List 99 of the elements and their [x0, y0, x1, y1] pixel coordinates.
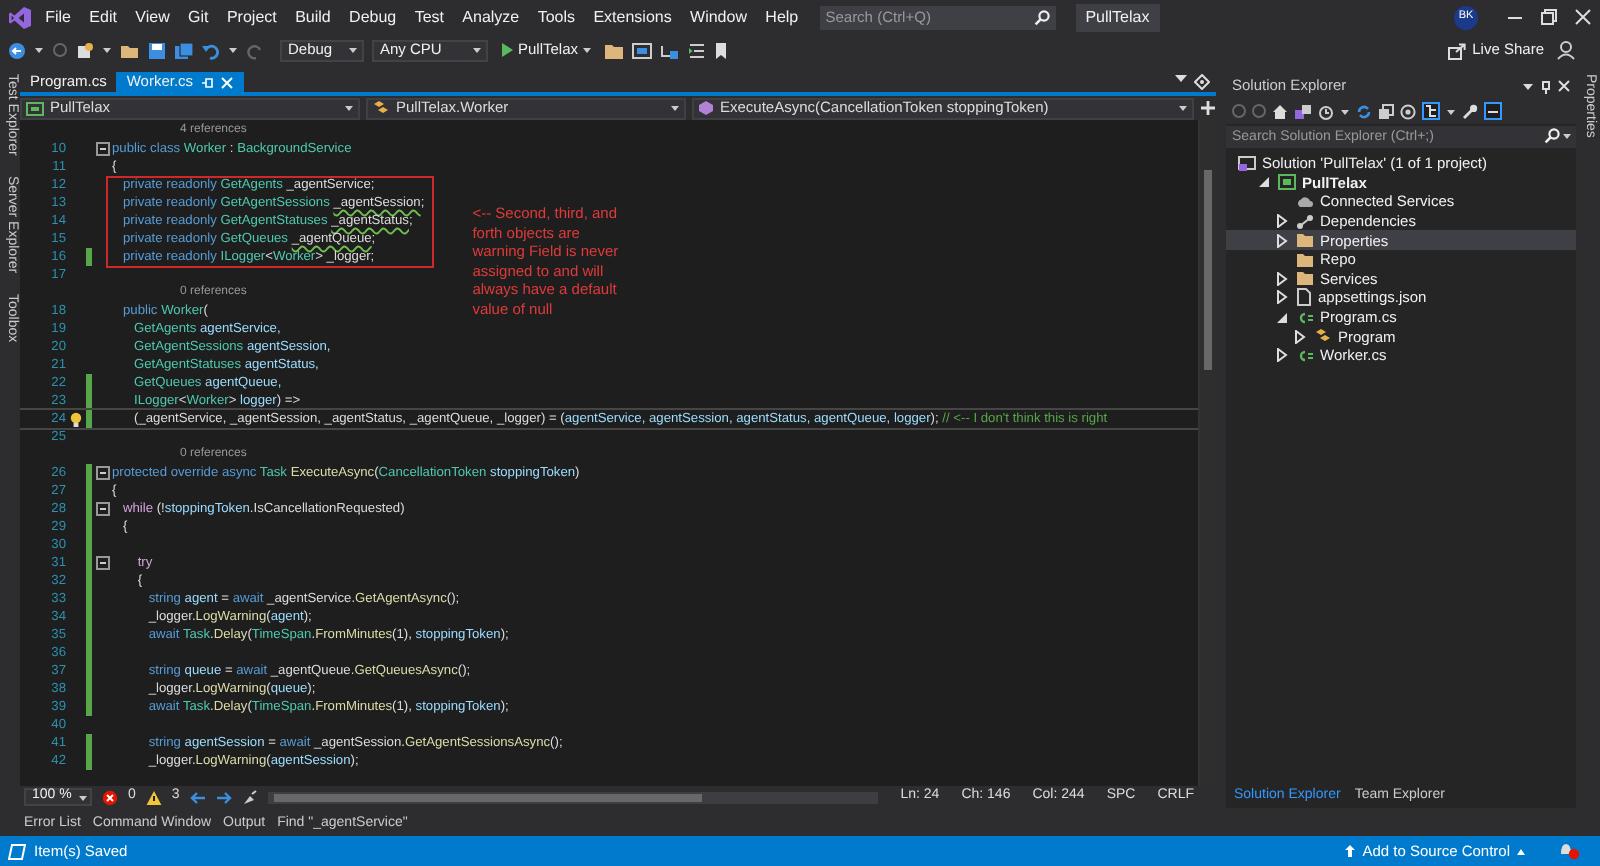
close-icon[interactable]: [1574, 8, 1592, 26]
collapsed-arrow-icon[interactable]: [1276, 233, 1288, 248]
forward-icon[interactable]: [1252, 104, 1266, 118]
show-all-files-icon[interactable]: [1400, 103, 1416, 119]
feedback-icon[interactable]: [1556, 40, 1576, 60]
caret-icon: [1446, 107, 1456, 115]
collapsed-arrow-icon[interactable]: [1276, 271, 1288, 286]
tab-list-icon[interactable]: [1174, 72, 1188, 84]
menu-item[interactable]: Debug: [339, 6, 406, 28]
menu-item[interactable]: File: [36, 6, 81, 28]
solution-icon: [1238, 155, 1256, 172]
collapsed-arrow-icon[interactable]: [1276, 290, 1288, 305]
menu-item[interactable]: Edit: [80, 6, 127, 28]
dependencies-icon: [1296, 213, 1314, 230]
brush-icon[interactable]: [241, 789, 258, 805]
error-icon[interactable]: [102, 789, 118, 805]
split-icon[interactable]: [1200, 100, 1216, 116]
expanded-arrow-icon[interactable]: [1258, 176, 1270, 189]
save-all-icon[interactable]: [174, 41, 194, 59]
notification-icon[interactable]: [1558, 842, 1580, 860]
collapsed-arrow-icon[interactable]: [1276, 214, 1288, 229]
open-folder-icon[interactable]: [120, 41, 140, 59]
menu-item[interactable]: Help: [756, 6, 808, 28]
caret-icon: [1340, 107, 1350, 115]
caret-icon: [1178, 104, 1188, 112]
menu-item[interactable]: Tools: [528, 6, 585, 28]
project-icon: [26, 101, 44, 115]
caret-icon: [34, 46, 44, 54]
menu-item[interactable]: Build: [285, 6, 340, 28]
class-icon: [372, 100, 390, 116]
scrollbar-thumb[interactable]: [1204, 170, 1212, 370]
caret-icon: [102, 46, 112, 54]
switch-views-icon[interactable]: [1294, 103, 1312, 119]
caret-icon: [472, 46, 482, 54]
logo-icon[interactable]: [8, 5, 32, 29]
collapse-all-icon[interactable]: [1378, 103, 1394, 119]
save-icon[interactable]: [148, 41, 166, 59]
caret-icon: [348, 46, 358, 54]
saved-icon: [8, 843, 26, 859]
collapse-icon[interactable]: [95, 466, 109, 480]
window-icon[interactable]: [632, 41, 653, 59]
menu-item[interactable]: View: [126, 6, 179, 28]
undo-icon[interactable]: [202, 41, 220, 59]
back-icon[interactable]: [8, 41, 26, 59]
warning-icon[interactable]: [145, 789, 162, 805]
preview-icon[interactable]: [1484, 102, 1502, 120]
menu-item[interactable]: Git: [178, 6, 218, 28]
cloud-icon: [1296, 194, 1314, 209]
forward-icon[interactable]: [52, 42, 68, 58]
menu-item[interactable]: Project: [217, 6, 286, 28]
step-icon[interactable]: [660, 41, 681, 59]
caret-up-icon: [1516, 847, 1526, 855]
search-icon[interactable]: [1544, 128, 1560, 144]
caret-icon: [1562, 132, 1572, 140]
share-icon: [1448, 41, 1467, 59]
upload-arrow-icon: [1344, 844, 1357, 858]
dropdown-icon[interactable]: [1522, 81, 1534, 91]
menu-item[interactable]: Extensions: [584, 6, 681, 28]
search-icon[interactable]: [1033, 9, 1050, 25]
collapse-icon[interactable]: [95, 556, 109, 570]
collapsed-arrow-icon[interactable]: [1276, 348, 1288, 363]
file-icon: [1296, 288, 1312, 307]
menu-item[interactable]: Window: [680, 6, 757, 28]
method-icon: [698, 100, 714, 116]
play-icon: [500, 42, 514, 58]
caret-icon: [344, 104, 354, 112]
forward-icon[interactable]: [215, 789, 232, 805]
sync-icon[interactable]: [1356, 103, 1372, 119]
menu-item[interactable]: Analyze: [453, 6, 529, 28]
horizontal-scrollbar[interactable]: [267, 791, 879, 803]
caret-icon: [77, 793, 88, 801]
home-icon[interactable]: [1272, 103, 1288, 119]
project-icon: [1278, 174, 1296, 191]
wrench-icon[interactable]: [1462, 103, 1478, 119]
folder-icon[interactable]: [604, 41, 625, 59]
new-item-icon[interactable]: [76, 41, 94, 59]
caret-icon: [670, 104, 680, 112]
restore-icon[interactable]: [1540, 8, 1558, 26]
csharp-file-icon: [1296, 347, 1314, 364]
expanded-arrow-icon[interactable]: [1276, 311, 1288, 324]
class-icon: [1314, 328, 1332, 345]
collapse-icon[interactable]: [95, 502, 109, 516]
scrollbar-thumb[interactable]: [273, 793, 702, 801]
window-title: PullTelax: [1075, 3, 1160, 31]
history-icon[interactable]: [1318, 103, 1334, 119]
pin-icon[interactable]: [1540, 79, 1552, 93]
bookmark-icon[interactable]: [714, 41, 729, 59]
settings-icon[interactable]: [1194, 74, 1210, 90]
lightbulb-icon[interactable]: [69, 411, 81, 427]
collapse-icon[interactable]: [95, 142, 109, 156]
csharp-file-icon: [1296, 309, 1314, 326]
close-icon[interactable]: [1558, 80, 1570, 92]
redo-icon[interactable]: [246, 41, 264, 59]
caret-icon: [228, 46, 238, 54]
collapsed-arrow-icon[interactable]: [1294, 329, 1306, 344]
indent-icon[interactable]: [688, 41, 707, 59]
tree-view-icon[interactable]: [1422, 102, 1440, 120]
caret-icon: [582, 46, 593, 54]
menu-item[interactable]: Test: [405, 6, 454, 28]
